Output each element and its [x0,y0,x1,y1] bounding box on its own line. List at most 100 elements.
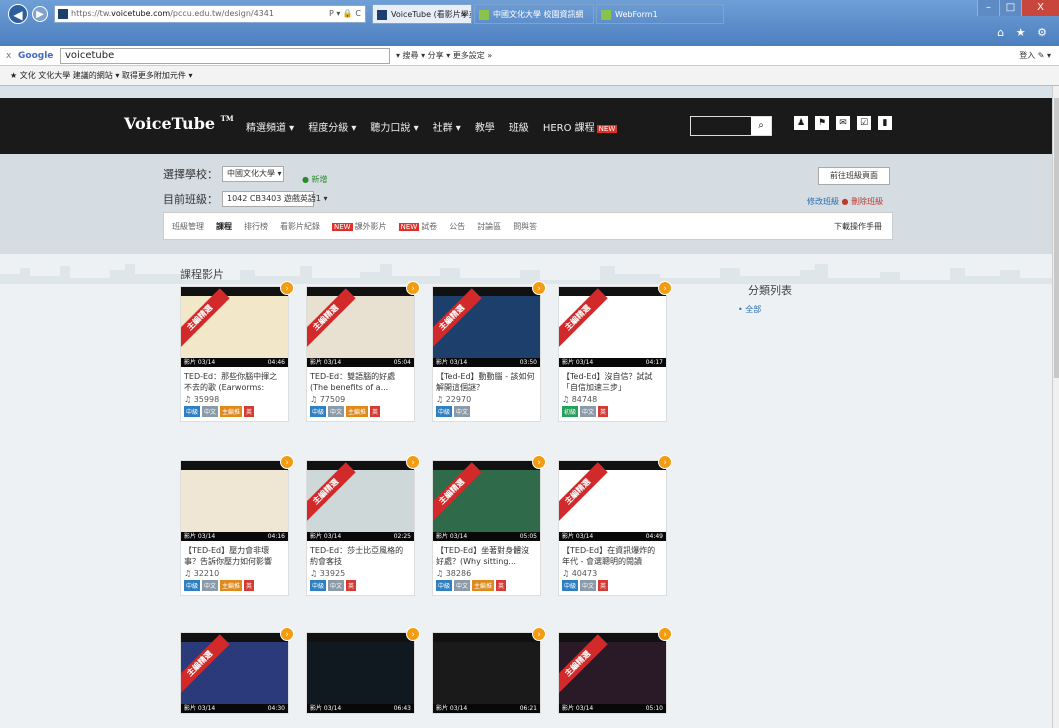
toolbar-close-icon[interactable]: x [6,46,11,66]
video-tag[interactable]: 中級 [184,580,201,591]
add-class-link[interactable]: ● 新增 [302,174,328,185]
tab-course[interactable]: 課程 [216,221,232,232]
tab-watch-history[interactable]: 看影片紀錄 [280,221,320,232]
video-card[interactable]: 主編精選 影片 03/14 04:17 › 【Ted-Ed】沒自信？試試「自信加速三步」… [558,281,672,422]
delete-class-link[interactable]: ● 刪除班級 [842,197,884,206]
class-select[interactable]: 1042 CB3403 遊戲英語1 ▾ [222,191,328,207]
tab-class-management[interactable]: 班級管理 [172,221,204,232]
page-scrollbar[interactable] [1052,86,1059,728]
video-title[interactable]: 【TED-Ed】壓力會非壞事？告訴你壓力如何影響 [181,541,288,567]
video-tag[interactable]: 主編推 [346,406,369,417]
video-thumbnail[interactable]: 影片 03/14 06:21 [433,633,540,713]
video-tag[interactable]: 英 [244,406,255,417]
favorites-bar[interactable]: ★ 文化 文化大學 建議的網站 ▾ 取得更多附加元件 ▾ [0,66,1059,86]
video-tag[interactable]: 主編推 [472,580,495,591]
tab-leaderboard[interactable]: 排行榜 [244,221,268,232]
goto-class-page-button[interactable]: 前往班級頁面 [818,167,890,185]
add-to-list-icon[interactable]: › [280,281,294,295]
add-to-list-icon[interactable]: › [532,627,546,641]
scrollbar-thumb[interactable] [1054,98,1059,378]
video-title[interactable]: TED-Ed：莎士比亞風格的約會客技 [307,541,414,567]
forward-arrow-icon[interactable]: ▶ [32,6,48,22]
flag-icon[interactable]: ⚑ [815,116,829,130]
video-title[interactable]: TED-Ed：雙語腦的好處 (The benefits of a... [307,367,414,393]
video-card[interactable]: 主編精選 影片 03/14 04:46 › TED-Ed：那些你腦中揮之不去的歌 (Ea… [180,281,294,422]
login-link[interactable]: 登入 ✎ ▾ [1019,46,1051,66]
video-tag[interactable]: 主編推 [220,406,243,417]
notebook-icon[interactable]: ▮ [878,116,892,130]
nav-levels[interactable]: 程度分級 ▾ [308,119,356,134]
tab-voicetube[interactable]: VoiceTube (看影片學英語... × [372,4,472,24]
nav-listening[interactable]: 聽力口說 ▾ [370,119,418,134]
video-card[interactable]: 影片 03/14 06:21 › [432,627,546,714]
google-search-input[interactable]: voicetube [60,48,390,64]
nav-hero[interactable]: HERO 課程 NEW [543,119,618,134]
video-tag[interactable]: 英 [346,580,357,591]
video-tag[interactable]: 中文 [202,580,219,591]
video-thumbnail[interactable]: 主編精選 影片 03/14 03:50 [433,287,540,367]
video-tag[interactable]: 中級 [184,406,201,417]
video-tag[interactable]: 主編推 [220,580,243,591]
tab-webform[interactable]: WebForm1 [596,4,724,24]
video-thumbnail[interactable]: 主編精選 影片 03/14 04:30 [181,633,288,713]
add-to-list-icon[interactable]: › [658,281,672,295]
video-card[interactable]: 影片 03/14 04:16 › 【TED-Ed】壓力會非壞事？告訴你壓力如何影響 ♫ … [180,455,294,596]
add-to-list-icon[interactable]: › [406,455,420,469]
video-card[interactable]: 主編精選 影片 03/14 05:10 › [558,627,672,714]
video-title[interactable]: 【TED-Ed】坐著對身體沒好處？(Why sitting... [433,541,540,567]
video-thumbnail[interactable]: 主編精選 影片 03/14 05:10 [559,633,666,713]
add-to-list-icon[interactable]: › [406,627,420,641]
video-tag[interactable]: 英 [370,406,381,417]
nav-class[interactable]: 班級 [509,119,529,134]
video-tag[interactable]: 中級 [310,406,327,417]
edit-class-link[interactable]: 修改班級 [807,197,839,206]
nav-featured[interactable]: 精選頻道 ▾ [246,119,294,134]
video-tag[interactable]: 中級 [436,580,453,591]
video-tag[interactable]: 英 [598,406,609,417]
video-tag[interactable]: 中文 [202,406,219,417]
add-to-list-icon[interactable]: › [280,455,294,469]
user-icon[interactable]: ♟ [794,116,808,130]
tab-discussion[interactable]: 討論區 [477,221,501,232]
video-tag[interactable]: 中級 [436,406,453,417]
tab-extra-videos[interactable]: NEW 課外影片 [332,221,387,232]
address-bar[interactable]: https://tw.voicetube.com/pccu.edu.tw/des… [54,5,366,23]
video-thumbnail[interactable]: 主編精選 影片 03/14 05:04 [307,287,414,367]
school-select[interactable]: 中國文化大學 ▾ [222,166,284,182]
video-tag[interactable]: 英 [598,580,609,591]
voicetube-logo[interactable]: VoiceTube TM [124,114,234,133]
video-card[interactable]: 主編精選 影片 03/14 04:30 › [180,627,294,714]
video-card[interactable]: 主編精選 影片 03/14 02:25 › TED-Ed：莎士比亞風格的約會客技 ♫ 33… [306,455,420,596]
add-to-list-icon[interactable]: › [532,281,546,295]
video-thumbnail[interactable]: 主編精選 影片 03/14 04:17 [559,287,666,367]
video-tag[interactable]: 中級 [310,580,327,591]
video-tag[interactable]: 初級 [562,406,579,417]
site-search-input[interactable]: ⌕ [690,116,772,136]
checkbox-icon[interactable]: ☑ [857,116,871,130]
tab-quiz[interactable]: NEW 試卷 [398,221,437,232]
video-title[interactable]: 【Ted-Ed】沒自信？試試「自信加速三步」 [559,367,666,393]
nav-community[interactable]: 社群 ▾ [433,119,461,134]
video-tag[interactable]: 英 [244,580,255,591]
mail-icon[interactable]: ✉ [836,116,850,130]
back-arrow-icon[interactable]: ◀ [8,4,28,24]
video-card[interactable]: 影片 03/14 06:43 › [306,627,420,714]
category-all-link[interactable]: • 全部 [738,304,761,315]
video-thumbnail[interactable]: 影片 03/14 06:43 [307,633,414,713]
nav-teaching[interactable]: 教學 [475,119,495,134]
home-favorites-settings-icons[interactable]: ⌂ ★ ⚙ [997,26,1051,39]
video-thumbnail[interactable]: 主編精選 影片 03/14 05:05 [433,461,540,541]
video-tag[interactable]: 中文 [454,406,471,417]
video-thumbnail[interactable]: 主編精選 影片 03/14 02:25 [307,461,414,541]
video-card[interactable]: 主編精選 影片 03/14 05:05 › 【TED-Ed】坐著對身體沒好處？(Why … [432,455,546,596]
video-tag[interactable]: 中文 [454,580,471,591]
add-to-list-icon[interactable]: › [280,627,294,641]
video-thumbnail[interactable]: 主編精選 影片 03/14 04:46 [181,287,288,367]
video-tag[interactable]: 中級 [562,580,579,591]
video-tag[interactable]: 中文 [328,406,345,417]
video-thumbnail[interactable]: 主編精選 影片 03/14 04:49 [559,461,666,541]
add-to-list-icon[interactable]: › [658,455,672,469]
tab-close-icon[interactable]: × [460,5,467,23]
minimize-icon[interactable]: – [977,0,999,16]
google-toolbar-tools[interactable]: ▾ 搜尋 ▾ 分享 ▾ 更多設定 » [396,46,492,66]
